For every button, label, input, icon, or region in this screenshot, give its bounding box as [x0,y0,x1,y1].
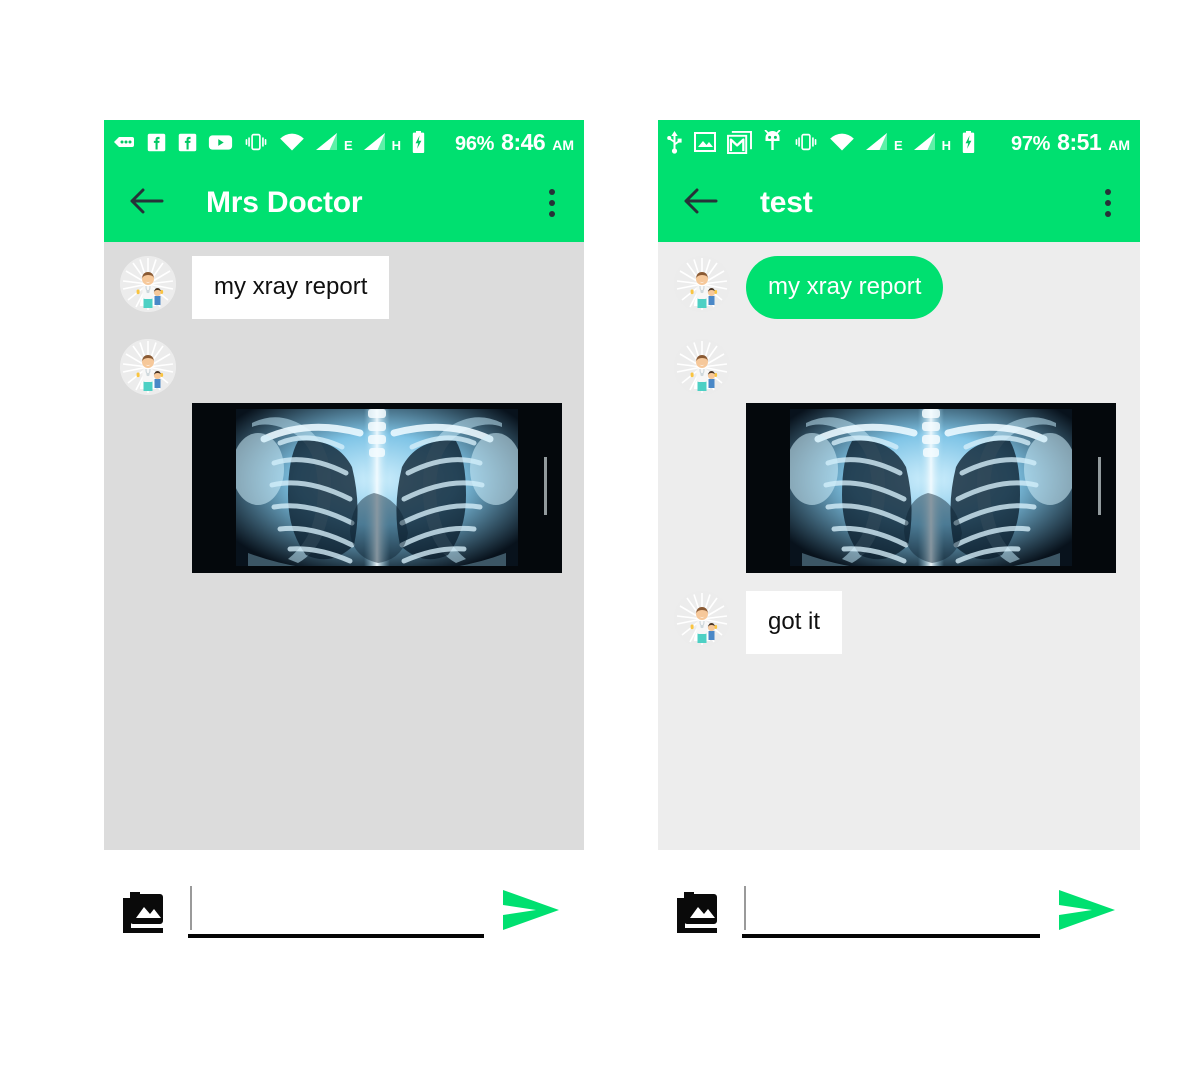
doctor-avatar [674,338,730,395]
wifi-icon [279,132,305,152]
chat-message [658,338,1140,395]
status-ampm: AM [552,136,574,153]
photo-icon [693,131,717,153]
photo-library-icon[interactable] [666,886,736,934]
back-arrow-icon[interactable] [684,187,718,220]
message-composer [104,850,584,970]
chat-attachment [658,402,1140,573]
message-icon [112,130,136,154]
overflow-menu-icon[interactable] [1094,189,1122,217]
message-composer [658,850,1140,970]
status-bar: E H 96% 8:46 AM [104,120,584,164]
doctor-avatar [674,590,730,647]
facebook-icon [146,132,167,153]
phone-screen-right: E H 97% 8:51 AM test my xray report got … [658,120,1140,970]
doctor-avatar [120,338,176,395]
battery-charging-icon [411,130,426,154]
page-title: test [760,186,813,219]
facebook-icon [177,132,198,153]
message-input-wrap[interactable] [742,882,1040,938]
doctor-avatar [120,256,176,312]
battery-charging-icon [961,130,976,154]
message-input[interactable] [194,882,484,934]
chat-message-list[interactable]: my xray report [104,242,584,850]
phone-screen-left: E H 96% 8:46 AM Mrs Doctor my xray repor… [104,120,584,970]
status-clock: 8:51 [1057,128,1102,155]
signal-label-h: H [941,138,952,153]
photo-library-icon[interactable] [112,886,182,934]
battery-percent: 97% [1011,132,1051,155]
chat-message-list[interactable]: my xray report [658,242,1140,850]
message-bubble[interactable]: got it [746,590,843,654]
chat-message: my xray report [658,256,1140,319]
chest-xray-image[interactable] [746,402,1116,573]
signal-label-e: E [894,138,903,153]
signal-icon [315,132,339,152]
android-icon [762,130,783,154]
status-bar: E H 97% 8:51 AM [658,120,1140,164]
youtube-icon [208,132,233,153]
status-ampm: AM [1108,136,1130,153]
back-arrow-icon[interactable] [130,187,164,220]
page-title: Mrs Doctor [206,186,363,219]
vibrate-icon [243,131,269,153]
message-bubble[interactable]: my xray report [192,256,390,319]
chat-message [104,338,584,395]
vibrate-icon [793,131,819,153]
overflow-menu-icon[interactable] [538,189,566,217]
status-icon-tray: E H [112,130,455,154]
signal-label-e: E [344,138,353,153]
message-input-wrap[interactable] [188,882,484,938]
text-caret [744,886,746,930]
signal-label-h: H [391,138,402,153]
signal-icon [363,132,387,152]
chat-message: my xray report [104,256,584,319]
wifi-icon [829,132,855,152]
chat-message: got it [658,590,1140,654]
text-caret [190,886,192,930]
screenshot-stage: E H 96% 8:46 AM Mrs Doctor my xray repor… [0,0,1200,1090]
gmail-icon [727,130,752,154]
status-icon-tray: E H [666,130,1011,154]
status-right-cluster: 97% 8:51 AM [1011,129,1130,156]
chest-xray-image[interactable] [192,402,562,573]
battery-percent: 96% [455,132,495,155]
signal-icon [913,132,937,152]
message-bubble[interactable]: my xray report [746,256,944,319]
status-right-cluster: 96% 8:46 AM [455,129,574,156]
send-icon[interactable] [492,887,570,933]
send-icon[interactable] [1048,887,1126,933]
app-bar: test [658,164,1140,242]
usb-icon [666,130,683,154]
status-clock: 8:46 [501,128,546,155]
signal-icon [865,132,889,152]
message-input[interactable] [748,882,1040,934]
chat-attachment [104,402,584,573]
doctor-avatar [674,256,730,312]
app-bar: Mrs Doctor [104,164,584,242]
